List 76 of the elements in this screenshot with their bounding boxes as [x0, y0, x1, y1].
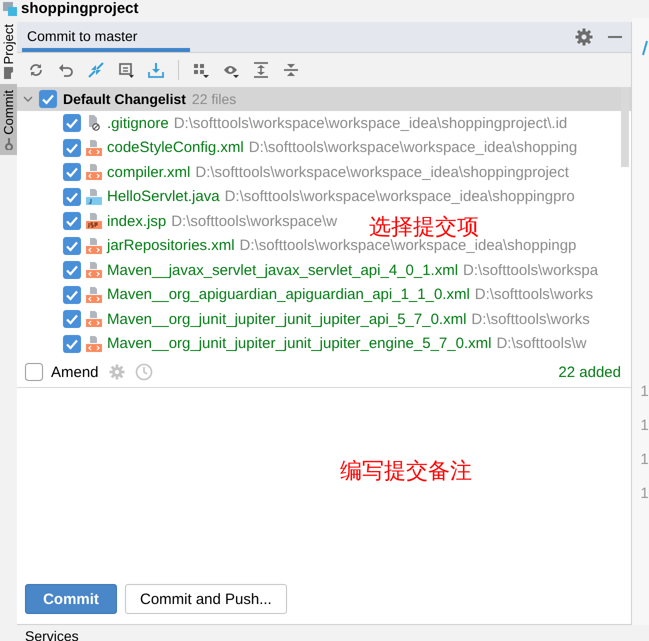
file-count: 22 files	[192, 91, 236, 107]
file-path: D:\softtools\works	[471, 310, 590, 328]
file-icon	[86, 140, 102, 156]
checkbox[interactable]	[63, 286, 81, 304]
bottom-tab[interactable]: Services	[25, 625, 649, 641]
expand-all-icon[interactable]	[253, 62, 269, 78]
line-number: 1	[640, 450, 649, 470]
file-name: index.jsp	[107, 212, 166, 230]
checkbox[interactable]	[63, 163, 81, 182]
file-path: D:\softtools\workspace\w	[171, 212, 338, 230]
file-path: D:\softtools\w	[496, 335, 586, 352]
file-icon	[86, 164, 102, 180]
window-title: shoppingproject	[21, 0, 138, 18]
refresh-icon[interactable]	[28, 62, 44, 78]
file-icon	[86, 336, 102, 352]
settings-icon[interactable]	[108, 364, 125, 380]
changes-summary: 22 added	[558, 364, 621, 380]
checkbox[interactable]	[39, 90, 57, 108]
checkbox[interactable]	[63, 188, 81, 206]
file-name: .gitignore	[107, 114, 169, 132]
checkbox[interactable]	[63, 261, 81, 280]
file-icon	[86, 238, 102, 254]
download-icon[interactable]	[148, 62, 164, 78]
checkbox[interactable]	[63, 334, 81, 353]
line-number: 1	[640, 382, 649, 402]
amend-label[interactable]: Amend	[51, 364, 99, 380]
chevron-icon[interactable]	[23, 94, 33, 104]
scrollbar[interactable]	[621, 87, 629, 167]
key-icon	[4, 138, 14, 150]
file-path: D:\softtools\workspace\workspace_idea\shoppingpro	[224, 188, 575, 206]
checkbox[interactable]	[63, 310, 81, 328]
file-name: HelloServlet.java	[107, 188, 220, 206]
collapse-all-icon[interactable]	[283, 62, 299, 78]
file-icon	[86, 286, 102, 303]
file-name: Maven__org_junit_jupiter_junit_jupiter_api_5_7_0.xml	[107, 310, 466, 328]
file-path: D:\softtools\workspace\workspace_idea\shoppingp	[240, 237, 576, 254]
undo-icon[interactable]	[58, 62, 74, 78]
folder-icon	[4, 67, 14, 80]
line-number: 1	[640, 484, 649, 504]
settings-icon[interactable]	[575, 28, 593, 46]
checkbox[interactable]	[25, 363, 43, 381]
side-tab[interactable]: Project	[0, 18, 17, 84]
file-path: D:\softtools\workspace\workspace_idea\shopping	[248, 139, 578, 156]
file-icon	[86, 115, 102, 132]
commit-button[interactable]: Commit and Push...	[125, 584, 287, 614]
side-tab[interactable]: Commit	[0, 84, 17, 156]
checkbox[interactable]	[63, 114, 81, 132]
changelist-name: Default Changelist	[63, 91, 186, 107]
file-name: Maven__javax_servlet_javax_servlet_api_4_0_1.xml	[107, 262, 458, 279]
clock-icon[interactable]	[134, 363, 153, 381]
file-path: D:\softtools\workspace\workspace_idea\shoppingproject\.id	[174, 114, 568, 132]
grid-icon[interactable]	[193, 62, 209, 78]
checkbox[interactable]	[63, 236, 81, 255]
file-name: jarRepositories.xml	[107, 237, 235, 254]
slash-icon	[640, 40, 648, 56]
file-icon	[86, 213, 102, 230]
checkbox[interactable]	[63, 212, 81, 230]
java-file-icon	[86, 188, 102, 205]
commit-button[interactable]: Commit	[25, 584, 117, 614]
annotation-text: 选择提交项	[369, 214, 479, 240]
line-number: 1	[640, 416, 649, 436]
file-name: compiler.xml	[107, 164, 190, 181]
file-path: D:\softtools\workspace\workspace_idea\shoppingproject	[195, 164, 569, 181]
file-path: D:\softtools\works	[474, 286, 594, 304]
project-icon	[3, 2, 17, 16]
arrows-icon[interactable]	[88, 62, 104, 78]
file-name: codeStyleConfig.xml	[107, 139, 244, 156]
file-name: Maven__org_junit_jupiter_junit_jupiter_engine_5_7_0.xml	[107, 335, 492, 352]
checkbox[interactable]	[63, 138, 81, 157]
file-icon	[86, 262, 102, 278]
file-icon	[86, 311, 102, 328]
annotation-text: 编写提交备注	[340, 458, 472, 486]
changelist-row[interactable]: Default Changelist 22 files	[17, 87, 631, 111]
document-icon[interactable]	[118, 62, 134, 78]
file-path: D:\softtools\workspa	[463, 262, 598, 279]
file-name: Maven__org_apiguardian_apiguardian_api_1_1_0.xml	[107, 286, 470, 304]
